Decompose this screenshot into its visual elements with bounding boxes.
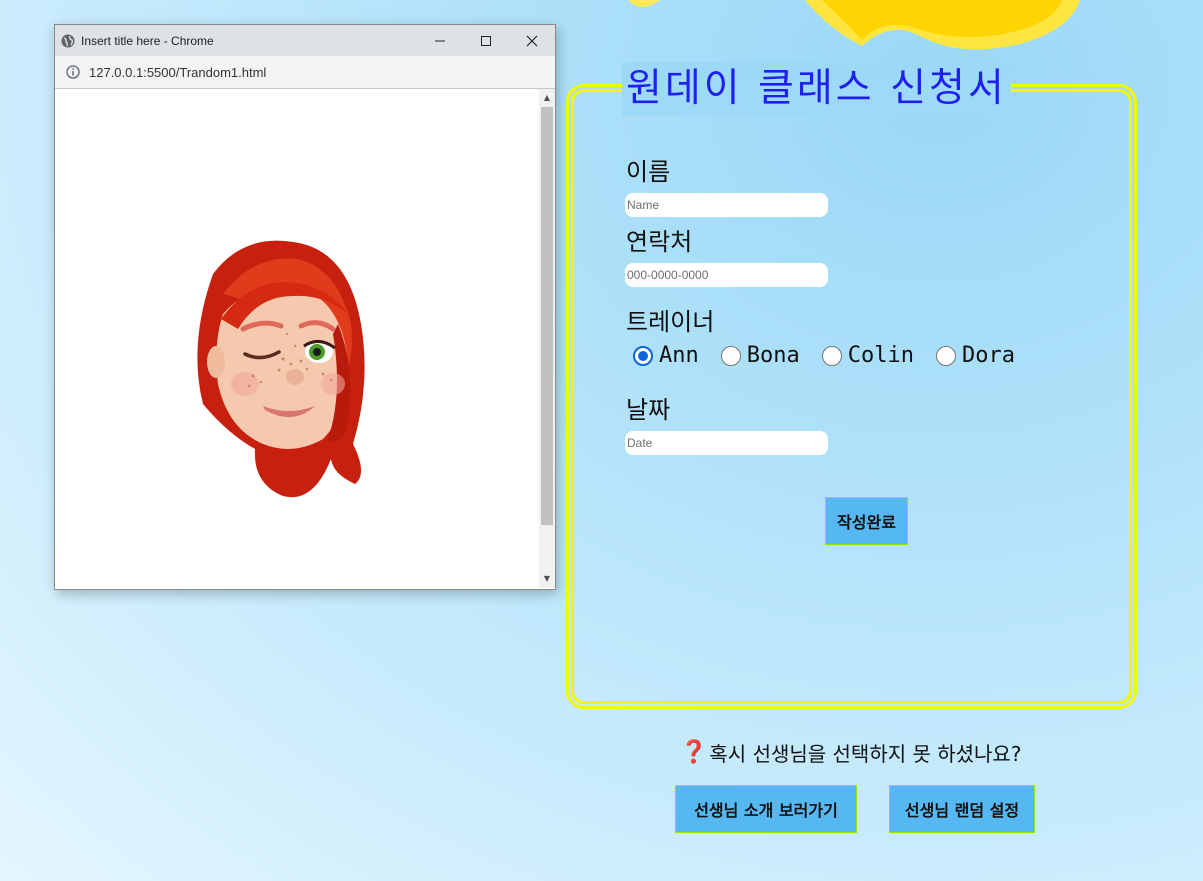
popup-title: Insert title here - Chrome: [81, 33, 214, 48]
minimize-icon: [435, 40, 445, 41]
minimize-button[interactable]: [417, 25, 463, 56]
address-bar[interactable]: 127.0.0.1:5500/Trandom1.html: [55, 56, 555, 89]
trainer-avatar-image: [197, 240, 365, 498]
date-input[interactable]: [625, 431, 828, 455]
trainer-option-label: Bona: [746, 343, 800, 368]
trainer-option-label: Colin: [847, 343, 914, 368]
radio-button-dora[interactable]: [935, 345, 956, 366]
globe-icon: [61, 34, 75, 47]
close-button[interactable]: [509, 25, 555, 56]
sun-decoration: [628, 0, 1080, 50]
scroll-thumb[interactable]: [541, 107, 553, 525]
scroll-up-icon[interactable]: ▲: [539, 91, 555, 105]
trainer-option-label: Dora: [961, 343, 1015, 368]
popup-viewport: [55, 89, 539, 588]
maximize-button[interactable]: [463, 25, 509, 56]
scroll-down-icon[interactable]: ▼: [539, 572, 555, 586]
url-text: 127.0.0.1:5500/Trandom1.html: [89, 64, 267, 80]
trainer-option-label: Ann: [659, 343, 699, 368]
name-input[interactable]: [625, 193, 828, 217]
trainer-option-dora[interactable]: Dora: [935, 343, 1015, 368]
question-text: 혹시 선생님을 선택하지 못 하셨나요?: [709, 742, 1022, 766]
trainer-option-bona[interactable]: Bona: [720, 343, 800, 368]
popup-titlebar[interactable]: Insert title here - Chrome: [55, 25, 555, 56]
form-title: 원데이 클래스 신청서: [622, 62, 1011, 116]
submit-button[interactable]: 작성완료: [825, 497, 908, 545]
date-label: 날짜: [626, 396, 671, 424]
random-trainer-button[interactable]: 선생님 랜덤 설정: [889, 785, 1035, 833]
question-mark-icon: ❓: [679, 740, 708, 766]
info-icon[interactable]: [66, 65, 80, 79]
maximize-icon: [481, 35, 491, 46]
close-icon: [526, 35, 538, 46]
trainer-intro-button[interactable]: 선생님 소개 보러가기: [675, 785, 857, 833]
radio-button-ann[interactable]: [633, 345, 653, 366]
name-label: 이름: [626, 158, 671, 186]
popup-scrollbar[interactable]: ▲ ▼: [539, 89, 555, 588]
trainer-radio-group: Ann Bona Colin Dora: [633, 343, 1037, 368]
phone-label: 연락처: [626, 228, 693, 256]
radio-button-colin[interactable]: [821, 345, 842, 366]
trainer-option-colin[interactable]: Colin: [821, 343, 914, 368]
phone-input[interactable]: [625, 263, 828, 287]
popup-window: Insert title here - Chrome 127.0.0.1:550…: [54, 24, 556, 590]
trainer-option-ann[interactable]: Ann: [633, 343, 699, 368]
trainer-help-question: ❓ 혹시 선생님을 선택하지 못 하셨나요?: [679, 738, 1022, 767]
radio-button-bona[interactable]: [720, 345, 741, 366]
trainer-label: 트레이너: [626, 308, 715, 336]
